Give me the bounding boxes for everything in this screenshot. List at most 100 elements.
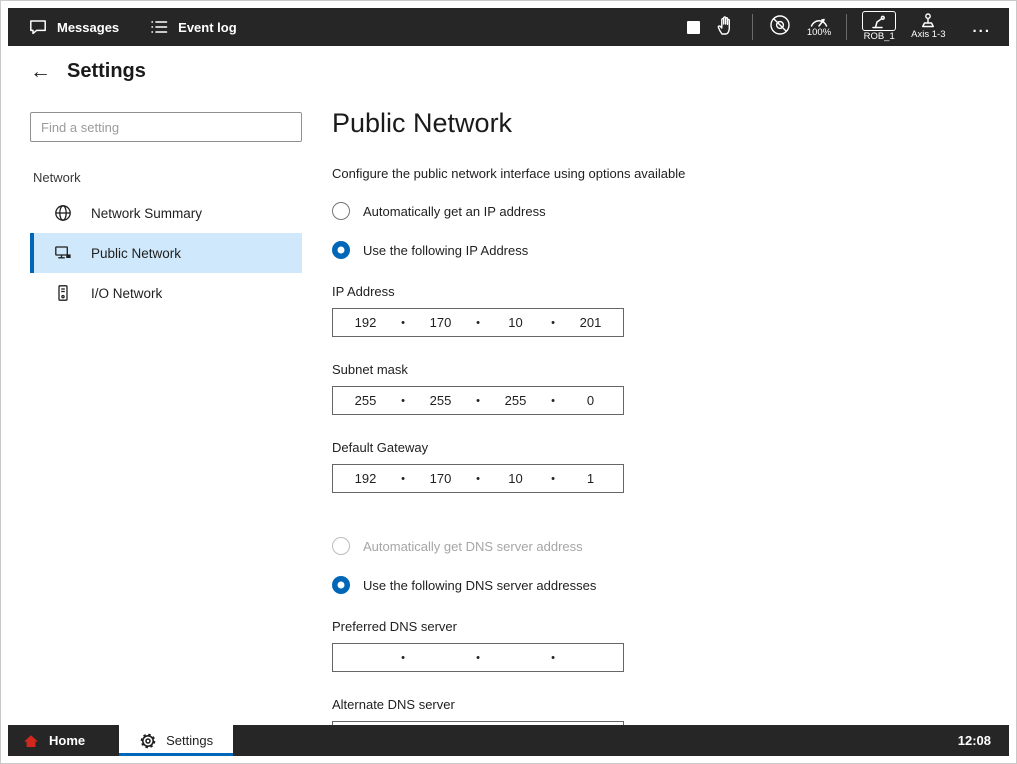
octet[interactable]: 255 xyxy=(483,393,548,408)
subnet-mask-field: Subnet mask 255 • 255 • 255 • 0 xyxy=(332,362,1009,415)
manual-mode-button[interactable] xyxy=(715,14,737,41)
sidebar-item-label: I/O Network xyxy=(91,286,162,301)
panel-description: Configure the public network interface u… xyxy=(332,166,1009,181)
motors-off-icon xyxy=(768,13,792,37)
radio-circle[interactable] xyxy=(332,202,350,220)
octet-separator: • xyxy=(473,395,483,407)
octet-separator: • xyxy=(473,652,483,664)
radio-circle[interactable] xyxy=(332,576,350,594)
octet-separator: • xyxy=(548,317,558,329)
octet[interactable]: 170 xyxy=(408,315,473,330)
radio-auto-ip-label: Automatically get an IP address xyxy=(363,204,546,219)
messages-label: Messages xyxy=(57,20,119,35)
speed-button[interactable]: 100% xyxy=(807,15,831,38)
page-title: Settings xyxy=(67,60,146,83)
settings-tab-label: Settings xyxy=(166,733,213,748)
octet[interactable]: 0 xyxy=(558,393,623,408)
event-log-icon xyxy=(149,17,169,37)
speed-value: 100% xyxy=(807,28,831,38)
home-label: Home xyxy=(49,733,85,748)
stop-square-icon xyxy=(687,21,700,34)
more-button[interactable]: ... xyxy=(968,19,995,36)
event-log-button[interactable]: Event log xyxy=(149,17,237,37)
preferred-dns-label: Preferred DNS server xyxy=(332,619,1009,634)
sidebar-item-network-summary[interactable]: Network Summary xyxy=(30,193,302,233)
subnet-mask-label: Subnet mask xyxy=(332,362,1009,377)
radio-auto-dns: Automatically get DNS server address xyxy=(332,537,1009,555)
octet-separator: • xyxy=(548,652,558,664)
topbar-divider xyxy=(752,14,753,40)
motors-state-button[interactable] xyxy=(768,13,792,42)
robot-arm-icon xyxy=(869,13,889,29)
event-log-label: Event log xyxy=(178,20,237,35)
stop-button[interactable] xyxy=(687,21,700,34)
octet-separator: • xyxy=(473,317,483,329)
preferred-dns-field: Preferred DNS server • • • xyxy=(332,619,1009,672)
octet[interactable]: 10 xyxy=(483,471,548,486)
octet[interactable]: 201 xyxy=(558,315,623,330)
alternate-dns-field: Alternate DNS server • • • xyxy=(332,697,1009,725)
sidebar-item-label: Network Summary xyxy=(91,206,202,221)
globe-icon xyxy=(53,203,73,223)
joystick-axis-icon xyxy=(918,13,938,29)
radio-use-ip[interactable]: Use the following IP Address xyxy=(332,241,1009,259)
radio-use-dns-label: Use the following DNS server addresses xyxy=(363,578,596,593)
radio-use-ip-label: Use the following IP Address xyxy=(363,243,528,258)
octet-separator: • xyxy=(548,395,558,407)
sidebar-item-io-network[interactable]: I/O Network xyxy=(30,273,302,313)
octet-separator: • xyxy=(473,473,483,485)
mechanical-unit-button[interactable]: ROB_1 xyxy=(862,11,896,42)
panel-title: Public Network xyxy=(332,108,1009,139)
back-button[interactable]: ← xyxy=(30,61,51,82)
taskbar-left-group: Home Settings xyxy=(8,725,233,756)
hand-icon xyxy=(715,14,737,36)
ip-address-label: IP Address xyxy=(332,284,1009,299)
axis-label: Axis 1-3 xyxy=(911,30,945,40)
io-device-icon xyxy=(53,283,73,303)
search-input[interactable] xyxy=(30,112,302,142)
subnet-mask-input[interactable]: 255 • 255 • 255 • 0 xyxy=(332,386,624,415)
octet[interactable]: 192 xyxy=(333,315,398,330)
octet[interactable]: 255 xyxy=(408,393,473,408)
messages-button[interactable]: Messages xyxy=(28,17,119,37)
topbar-right-group: 100% ROB_1 Axis 1-3 ... xyxy=(687,8,1009,46)
taskbar-settings-tab[interactable]: Settings xyxy=(119,725,233,756)
octet[interactable]: 255 xyxy=(333,393,398,408)
octet[interactable]: 1 xyxy=(558,471,623,486)
home-icon xyxy=(22,733,40,749)
sidebar-item-public-network[interactable]: Public Network xyxy=(30,233,302,273)
default-gateway-input[interactable]: 192 • 170 • 10 • 1 xyxy=(332,464,624,493)
preferred-dns-input[interactable]: • • • xyxy=(332,643,624,672)
sidebar-item-label: Public Network xyxy=(91,246,181,261)
settings-sidebar: Network Network Summary Publi xyxy=(30,96,302,725)
sidebar-section-label: Network xyxy=(33,170,302,185)
gear-icon xyxy=(139,732,157,750)
speed-gauge-icon xyxy=(809,15,829,27)
ip-address-input[interactable]: 192 • 170 • 10 • 201 xyxy=(332,308,624,337)
taskbar-home-button[interactable]: Home xyxy=(8,725,103,756)
octet-separator: • xyxy=(398,652,408,664)
settings-header: ← Settings xyxy=(8,46,1009,96)
radio-circle[interactable] xyxy=(332,241,350,259)
default-gateway-field: Default Gateway 192 • 170 • 10 • 1 xyxy=(332,440,1009,493)
octet[interactable]: 192 xyxy=(333,471,398,486)
octet-separator: • xyxy=(548,473,558,485)
messages-icon xyxy=(28,17,48,37)
octet[interactable]: 170 xyxy=(408,471,473,486)
public-network-panel: Public Network Configure the public netw… xyxy=(302,96,1009,725)
radio-use-dns[interactable]: Use the following DNS server addresses xyxy=(332,576,1009,594)
clock: 12:08 xyxy=(958,725,1009,756)
top-status-bar: Messages Event log xyxy=(8,8,1009,46)
octet-separator: • xyxy=(398,395,408,407)
app-window: Messages Event log xyxy=(0,0,1017,764)
settings-body: Network Network Summary Publi xyxy=(8,96,1009,725)
topbar-left-group: Messages Event log xyxy=(8,8,237,46)
radio-auto-ip[interactable]: Automatically get an IP address xyxy=(332,202,1009,220)
alternate-dns-label: Alternate DNS server xyxy=(332,697,1009,712)
octet-separator: • xyxy=(398,317,408,329)
octet[interactable]: 10 xyxy=(483,315,548,330)
radio-auto-dns-label: Automatically get DNS server address xyxy=(363,539,583,554)
network-computer-icon xyxy=(53,243,73,263)
axis-selector-button[interactable]: Axis 1-3 xyxy=(911,13,945,40)
octet-separator: • xyxy=(398,473,408,485)
